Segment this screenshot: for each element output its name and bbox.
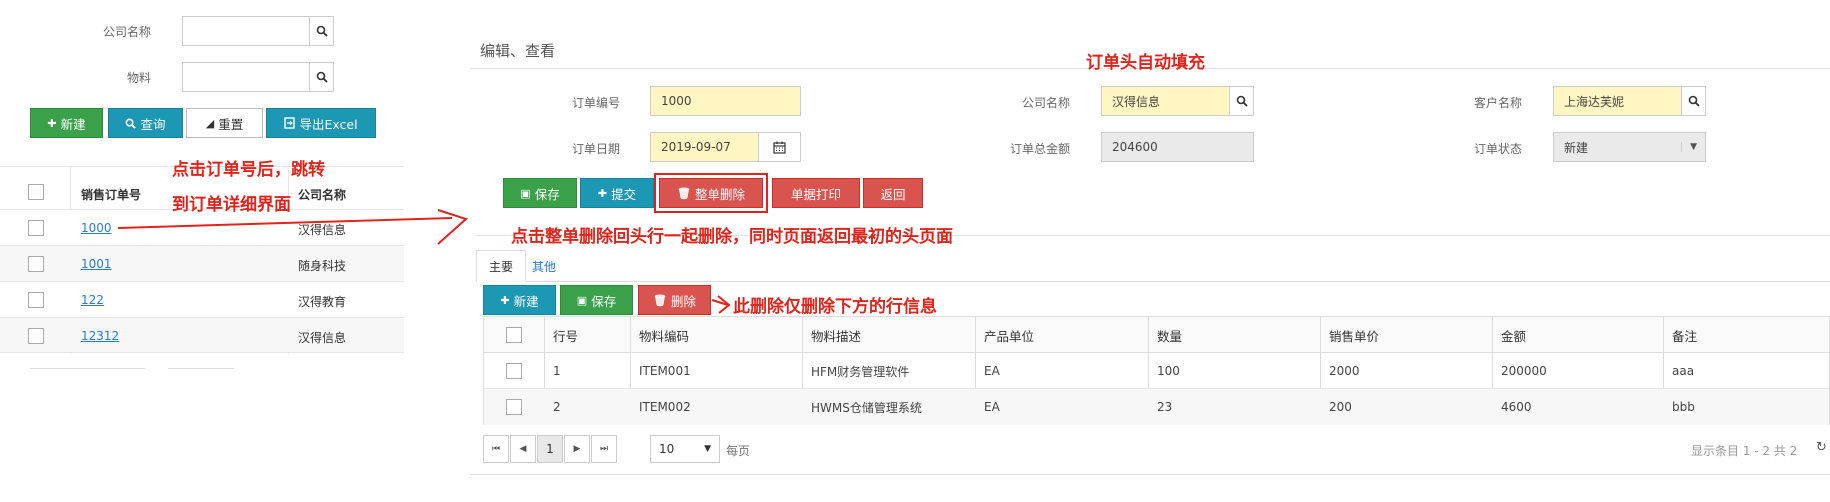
arrow-to-detail xyxy=(117,217,453,229)
annotation-arrows xyxy=(117,209,731,314)
arrow-head-detail xyxy=(437,209,468,245)
